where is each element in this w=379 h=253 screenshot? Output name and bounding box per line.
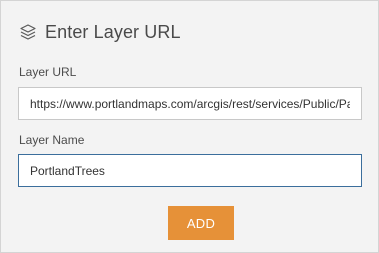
add-layer-panel: Enter Layer URL Layer URL Layer Name ADD [0, 0, 379, 253]
layer-url-label: Layer URL [19, 65, 77, 79]
layer-url-input[interactable] [18, 87, 362, 120]
layers-icon [19, 23, 37, 41]
panel-title: Enter Layer URL [45, 21, 181, 42]
layer-name-input[interactable] [18, 154, 362, 187]
panel-header: Enter Layer URL [19, 19, 181, 45]
add-button[interactable]: ADD [168, 206, 234, 240]
layer-name-label: Layer Name [19, 133, 85, 147]
